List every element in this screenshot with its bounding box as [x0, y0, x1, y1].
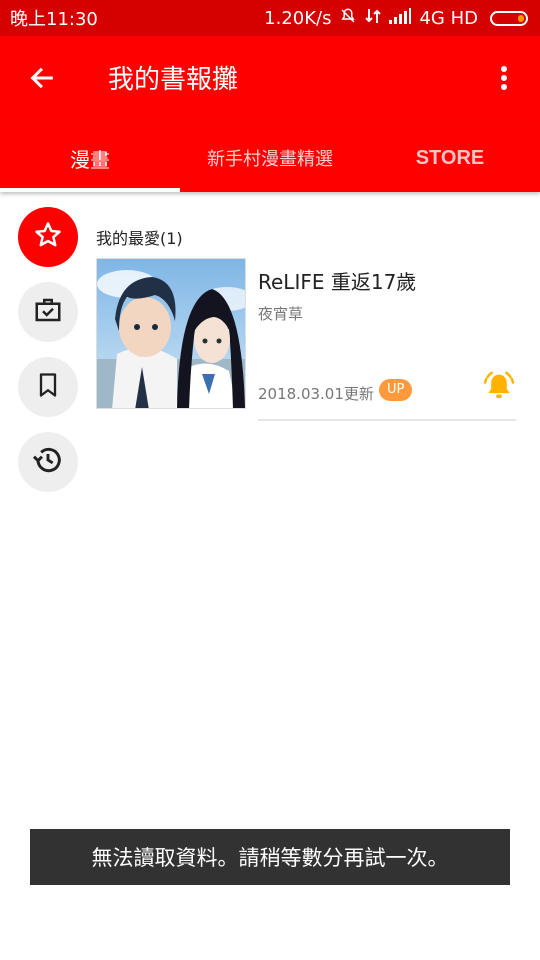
- purchased-button[interactable]: [18, 282, 78, 342]
- status-bar: 晚上11:30 1.20K/s 4G HD: [0, 0, 540, 36]
- network-type: 4G HD: [419, 7, 478, 29]
- briefcase-check-icon: [33, 295, 63, 329]
- mute-bell-icon: [339, 7, 357, 29]
- tab-newbie-picks[interactable]: 新手村漫畫精選: [180, 124, 360, 192]
- toast-message: 無法讀取資料。請稍等數分再試一次。: [30, 829, 510, 885]
- bookmarks-button[interactable]: [18, 357, 78, 417]
- update-badge: UP: [379, 379, 413, 401]
- app-bar: 我的書報攤: [0, 36, 540, 124]
- comic-author: 夜宵草: [258, 305, 304, 323]
- comic-updated-date: 2018.03.01更新: [258, 385, 374, 403]
- back-button[interactable]: [22, 60, 62, 100]
- star-icon: [33, 220, 63, 254]
- more-options-button[interactable]: [486, 60, 522, 100]
- side-nav: [18, 207, 78, 507]
- notification-toggle-button[interactable]: [481, 370, 517, 406]
- tab-comics[interactable]: 漫畫: [0, 124, 180, 192]
- item-divider: [258, 419, 516, 421]
- battery-icon: [490, 10, 528, 26]
- arrow-left-icon: [28, 64, 56, 96]
- status-time: 晚上11:30: [10, 9, 98, 30]
- notification-bell-icon: [482, 369, 516, 407]
- history-icon: [32, 444, 64, 480]
- section-title: 我的最愛(1): [96, 229, 183, 248]
- more-vert-icon: [500, 65, 508, 95]
- page-title: 我的書報攤: [108, 65, 239, 95]
- comic-cover-image[interactable]: [96, 258, 246, 409]
- signal-icon: [389, 8, 412, 28]
- status-indicators: 1.20K/s 4G HD: [264, 7, 528, 29]
- tab-store[interactable]: STORE: [360, 124, 540, 192]
- favorites-button[interactable]: [18, 207, 78, 267]
- list-item[interactable]: ReLIFE 重返17歲 夜宵草 2018.03.01更新 UP: [96, 258, 516, 421]
- history-button[interactable]: [18, 432, 78, 492]
- network-speed: 1.20K/s: [264, 7, 332, 29]
- tab-bar: 漫畫 新手村漫畫精選 STORE: [0, 124, 540, 192]
- data-arrows-icon: [365, 7, 382, 29]
- bookmark-icon: [34, 371, 62, 403]
- comic-title[interactable]: ReLIFE 重返17歲: [258, 266, 416, 295]
